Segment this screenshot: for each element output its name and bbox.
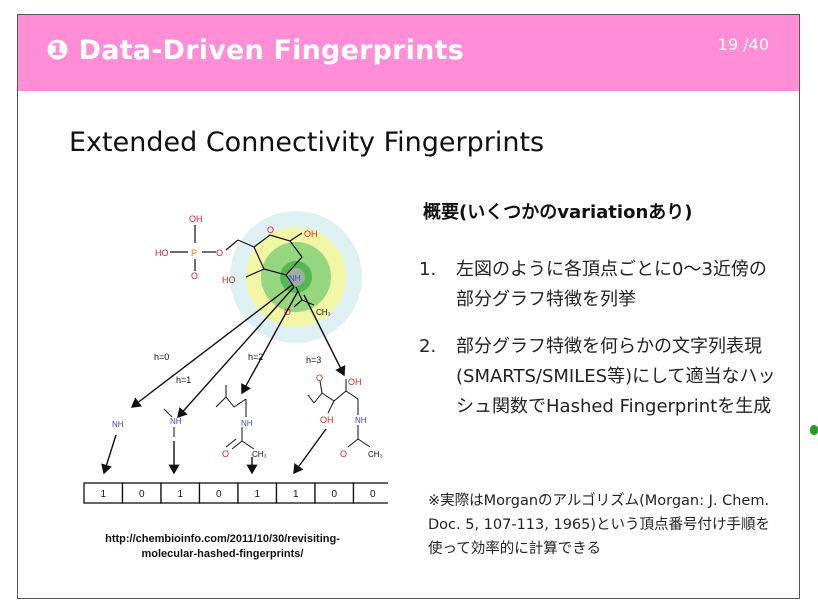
list-item-number: 1.	[419, 259, 437, 280]
sub-h1-nh: NH	[170, 417, 182, 426]
slide: ❶ Data-Driven Fingerprints 19 /40 Extend…	[17, 14, 800, 599]
atom-ho-ring: HO	[222, 275, 236, 285]
sub-h3-oh-bottom: OH	[320, 415, 334, 425]
radius-label-h3: h=3	[306, 355, 321, 365]
sub-h3-bonds	[307, 379, 371, 448]
sub-h3-o-acetyl: O	[340, 449, 347, 459]
atom-p: P	[191, 248, 197, 258]
summary-heading: 概要(いくつかのvariationあり)	[423, 202, 693, 223]
ecfp-figure: OH P HO O O OH HO O NH O CH₃ h=0 h=1 h=2…	[83, 211, 388, 504]
sub-h3-o: O	[316, 373, 323, 383]
atom-o-p-right: O	[216, 248, 223, 258]
atom-ho-p: HO	[155, 248, 169, 258]
list-item-number: 2.	[419, 336, 437, 357]
sub-h0-nh: NH	[112, 420, 124, 429]
bit-value: 1	[100, 489, 106, 500]
atom-nh-center: NH	[289, 274, 301, 283]
radius-label-h0: h=0	[154, 352, 169, 362]
footnote: ※実際はMorganのアルゴリズム(Morgan: J. Chem. Doc. …	[428, 493, 771, 557]
list-item-text: 部分グラフ特徴を何らかの文字列表現(SMARTS/SMILES等)にして適当なハ…	[456, 336, 776, 417]
figure-caption: http://chembioinfo.com/2011/10/30/revisi…	[105, 533, 340, 560]
atom-o-p-bottom: O	[191, 271, 198, 281]
list-item-text: 左図のように各頂点ごとに0〜3近傍の部分グラフ特徴を列挙	[456, 259, 767, 310]
atom-oh-ring: OH	[304, 229, 318, 239]
bit-vector: 1 0 1 0 1 1 0 0	[83, 482, 388, 504]
bit-value: 1	[254, 489, 260, 500]
sub-h3-oh-top: OH	[348, 377, 362, 387]
sub-h2-o: O	[222, 449, 229, 459]
bit-value: 0	[139, 489, 145, 500]
atom-ring-o: O	[267, 225, 274, 235]
page-number: 19 /40	[717, 35, 769, 54]
sub-h3-ch3: CH₃	[368, 450, 383, 459]
atom-ch3-center: CH₃	[316, 308, 331, 317]
main-title: Extended Connectivity Fingerprints	[69, 127, 545, 158]
sub-h3-nh: NH	[355, 416, 367, 425]
slide-title: ❶ Data-Driven Fingerprints	[46, 35, 464, 66]
bit-value: 0	[331, 489, 337, 500]
radius-label-h1: h=1	[176, 375, 191, 385]
slide-header: ❶ Data-Driven Fingerprints 19 /40	[18, 15, 799, 91]
edge-marker	[810, 425, 818, 435]
bit-arrows	[101, 428, 327, 475]
sub-h2-bonds	[215, 385, 255, 450]
sub-h2-ch3: CH₃	[252, 450, 267, 459]
atom-oh-top: OH	[189, 214, 203, 224]
sub-h2-nh: NH	[241, 419, 253, 428]
bit-value: 1	[293, 489, 299, 500]
bit-value: 0	[216, 489, 222, 500]
bit-value: 0	[370, 489, 376, 500]
bit-value: 1	[177, 489, 183, 500]
